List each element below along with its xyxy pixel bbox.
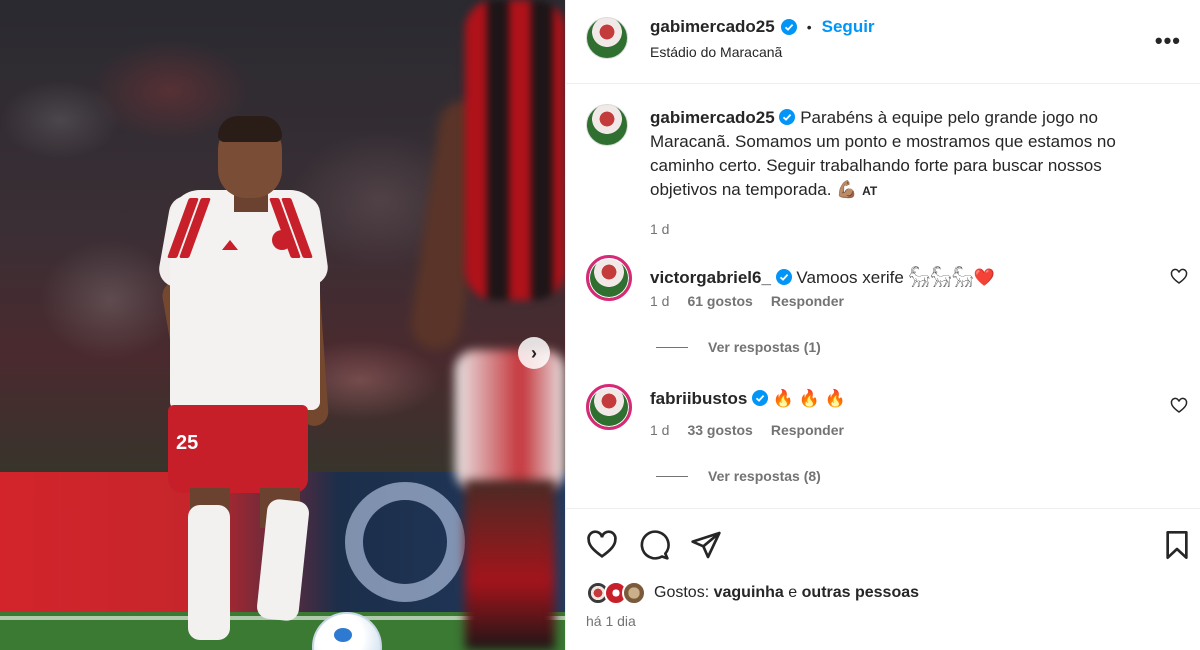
likes-others[interactable]: outras pessoas <box>802 584 919 602</box>
author-username[interactable]: gabimercado25 <box>650 17 775 37</box>
view-replies-button[interactable]: Ver respostas (1) <box>656 339 821 355</box>
comment-username[interactable]: fabriibustos <box>650 389 747 408</box>
verified-badge-icon <box>780 19 797 35</box>
comment-likes[interactable]: 33 gostos <box>687 422 752 438</box>
avatar <box>622 581 646 605</box>
bookmark-icon[interactable] <box>1161 529 1193 561</box>
post-date: há 1 dia <box>586 613 636 629</box>
verified-badge-icon <box>752 390 769 406</box>
main-player: 25 <box>156 110 350 650</box>
comment-avatar[interactable] <box>586 384 632 430</box>
caption-time: 1 d <box>650 221 670 237</box>
likes-join: e <box>788 584 798 601</box>
view-replies-button[interactable]: Ver respostas (8) <box>656 468 821 484</box>
comment-username[interactable]: victorgabriel6_ <box>650 268 771 287</box>
jersey-number: 25 <box>176 432 199 454</box>
verified-badge-icon <box>775 269 792 285</box>
comment-likes[interactable]: 61 gostos <box>687 293 752 309</box>
blurred-opponent-player <box>407 0 565 650</box>
caption-tag: AT <box>862 184 878 198</box>
heart-icon[interactable] <box>586 529 618 561</box>
comment-icon[interactable] <box>638 529 670 561</box>
post-image: 25 › <box>0 0 565 650</box>
comment: fabriibustos 🔥 🔥 🔥 <box>650 389 846 409</box>
likes-prefix: Gostos: <box>654 584 710 601</box>
comment-like-icon[interactable] <box>1170 268 1188 286</box>
caption-username[interactable]: gabimercado25 <box>650 108 775 127</box>
comment-meta: 1 d 33 gostos Responder <box>650 422 844 438</box>
post-location[interactable]: Estádio do Maracanã <box>650 44 782 60</box>
more-options-icon[interactable]: ••• <box>1155 28 1181 54</box>
comment-meta: 1 d 61 gostos Responder <box>650 293 844 309</box>
view-replies-label: Ver respostas (8) <box>708 468 821 484</box>
follow-button[interactable]: Seguir <box>822 17 875 37</box>
post-actions: Gostos: vaguinha e outras pessoas há 1 d… <box>566 508 1200 650</box>
likers-avatars <box>586 581 646 605</box>
comment-text: Vamoos xerife 𓃵𓃵𓃵 <box>796 268 974 287</box>
reply-button[interactable]: Responder <box>771 422 844 438</box>
chevron-right-icon: › <box>531 342 537 363</box>
comment-time: 1 d <box>650 422 670 438</box>
comment-like-icon[interactable] <box>1170 397 1188 415</box>
separator-dot: • <box>806 19 812 35</box>
comment-avatar[interactable] <box>586 255 632 301</box>
likes-summary[interactable]: Gostos: vaguinha e outras pessoas <box>586 581 919 605</box>
reply-button[interactable]: Responder <box>771 293 844 309</box>
comment-text: 🔥 🔥 🔥 <box>772 389 846 408</box>
author-avatar[interactable] <box>586 17 628 59</box>
red-heart-emoji: ❤️ <box>973 268 995 287</box>
post-caption: gabimercado25 Parabéns à equipe pelo gra… <box>650 106 1170 241</box>
post-details-panel: gabimercado25 • Seguir Estádio do Maraca… <box>565 0 1200 650</box>
likes-user[interactable]: vaguinha <box>714 584 784 602</box>
next-image-button[interactable]: › <box>518 337 550 369</box>
post-header: gabimercado25 • Seguir Estádio do Maraca… <box>566 0 1200 84</box>
view-replies-label: Ver respostas (1) <box>708 339 821 355</box>
comment: victorgabriel6_ Vamoos xerife 𓃵𓃵𓃵❤️ <box>650 260 995 289</box>
send-icon[interactable] <box>690 529 722 561</box>
caption-author-avatar[interactable] <box>586 104 628 146</box>
verified-badge-icon <box>779 109 796 125</box>
comment-time: 1 d <box>650 293 670 309</box>
